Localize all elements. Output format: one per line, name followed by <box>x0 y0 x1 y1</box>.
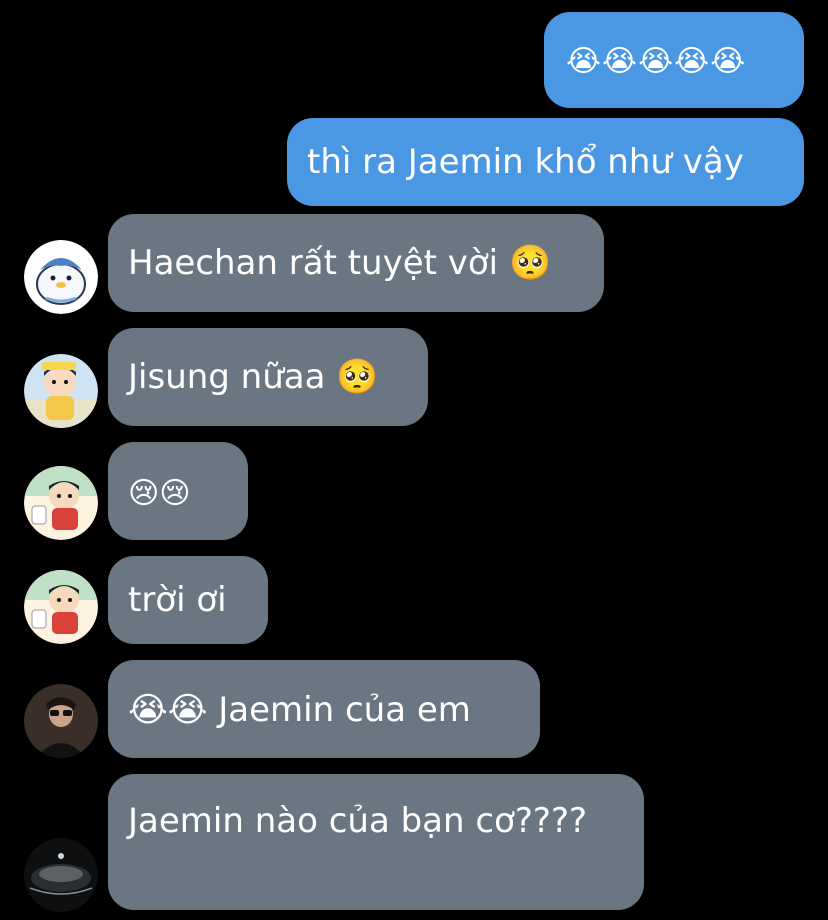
incoming-message[interactable]: Jaemin nào của bạn cơ???? <box>108 774 644 910</box>
message-text: 😭😭 Jaemin của em <box>128 690 471 730</box>
outgoing-message[interactable]: 😭😭😭😭😭 <box>544 12 804 108</box>
cartoon-boy-avatar[interactable] <box>24 570 98 644</box>
crying-emoji-icon: 😢😢 <box>128 475 191 511</box>
incoming-message[interactable]: 😭😭 Jaemin của em <box>108 660 540 758</box>
penguin-avatar[interactable] <box>24 240 98 314</box>
message-text: Haechan rất tuyệt vời 🥺 <box>128 243 552 283</box>
incoming-message[interactable]: Haechan rất tuyệt vời 🥺 <box>108 214 604 312</box>
outgoing-message[interactable]: thì ra Jaemin khổ như vậy <box>287 118 804 206</box>
incoming-message[interactable]: Jisung nữaa 🥺 <box>108 328 428 426</box>
message-text: Jaemin nào của bạn cơ???? <box>128 801 588 841</box>
incoming-message[interactable]: 😢😢 <box>108 442 248 540</box>
loudly-crying-emoji-icon: 😭😭😭😭😭 <box>566 43 747 79</box>
dark-photo-avatar[interactable] <box>24 838 98 912</box>
cartoon-boy-avatar[interactable] <box>24 466 98 540</box>
message-text: trời ơi <box>128 580 227 620</box>
message-text: Jisung nữaa 🥺 <box>128 357 379 397</box>
person-photo-avatar[interactable] <box>24 684 98 758</box>
incoming-message[interactable]: trời ơi <box>108 556 268 644</box>
cartoon-boy-avatar[interactable] <box>24 354 98 428</box>
message-text: thì ra Jaemin khổ như vậy <box>307 142 744 182</box>
